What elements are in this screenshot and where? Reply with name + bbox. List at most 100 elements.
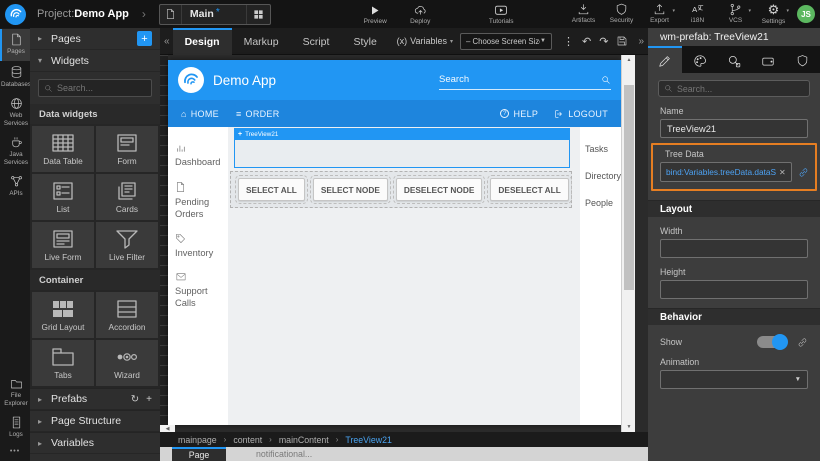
breadcrumb-content[interactable]: content xyxy=(233,435,262,445)
tree-data-input[interactable] xyxy=(666,167,776,177)
variables-icon: (x) xyxy=(397,36,408,46)
scrollbar-thumb[interactable] xyxy=(624,85,634,290)
widget-tile-list[interactable]: List xyxy=(32,174,94,220)
width-input[interactable] xyxy=(660,239,808,258)
nav-logout[interactable]: LOGOUT xyxy=(554,109,608,119)
rail-item-apis[interactable]: APIs xyxy=(0,171,30,203)
treeview-widget-body[interactable] xyxy=(235,140,569,167)
list-item-directory[interactable]: Directory xyxy=(585,171,621,181)
treeview-widget[interactable]: + TreeView21 xyxy=(234,128,570,168)
screen-size-select[interactable]: – Choose Screen Size – ▼ xyxy=(460,33,552,50)
select-all-button[interactable]: SELECT ALL xyxy=(238,178,305,201)
variables-section-header[interactable]: ▸ Variables xyxy=(30,432,160,454)
i18n-button[interactable]: A i18N xyxy=(681,3,714,25)
globe-icon xyxy=(10,97,23,110)
animation-select[interactable]: ▼ xyxy=(660,370,808,389)
widget-tile-tabs[interactable]: Tabs xyxy=(32,340,94,386)
widgets-section-header[interactable]: ▾ Widgets xyxy=(30,50,160,72)
list-icon xyxy=(51,181,75,201)
breadcrumb-maincontent[interactable]: mainContent xyxy=(279,435,329,445)
tab-search-properties[interactable] xyxy=(717,46,751,73)
settings-button[interactable]: ⚙ Settings ▾ xyxy=(757,3,790,25)
layout-section-header[interactable]: Layout xyxy=(648,200,820,217)
widget-tile-live-form[interactable]: Live Form xyxy=(32,222,94,268)
widget-tile-data-table[interactable]: Data Table xyxy=(32,126,94,172)
behavior-section-header[interactable]: Behavior xyxy=(648,308,820,325)
bind-link-icon[interactable] xyxy=(798,167,809,178)
list-item-tasks[interactable]: Tasks xyxy=(585,144,621,154)
refresh-icon[interactable]: ↻ xyxy=(131,394,139,405)
rail-item-databases[interactable]: Databases xyxy=(0,61,30,94)
deselect-all-button[interactable]: DESELECT ALL xyxy=(490,178,568,201)
tab-device[interactable] xyxy=(751,46,785,73)
clear-binding-icon[interactable]: ✕ xyxy=(779,168,786,177)
user-avatar[interactable]: JS xyxy=(797,5,815,23)
page-structure-section-header[interactable]: ▸ Page Structure xyxy=(30,410,160,432)
expand-right-panel-button[interactable]: » xyxy=(638,36,644,47)
undo-icon[interactable]: ↶ xyxy=(582,35,591,48)
add-page-button[interactable]: + xyxy=(137,31,152,46)
page-selector[interactable]: Main * xyxy=(159,4,271,25)
select-node-button[interactable]: SELECT NODE xyxy=(313,178,388,201)
collapse-left-panel-button[interactable]: « xyxy=(164,36,170,47)
sidenav-support-calls[interactable]: Support Calls xyxy=(175,272,221,309)
widget-tile-cards[interactable]: Cards xyxy=(96,174,158,220)
show-link-icon[interactable] xyxy=(797,337,808,348)
redo-icon[interactable]: ↷ xyxy=(599,35,608,48)
widget-tile-wizard[interactable]: Wizard xyxy=(96,340,158,386)
show-toggle[interactable] xyxy=(757,336,786,348)
rail-item-logs[interactable]: Logs xyxy=(0,412,30,444)
add-prefab-icon[interactable]: + xyxy=(146,394,152,405)
breadcrumb-treeview21[interactable]: TreeView21 xyxy=(345,435,391,445)
bar-chart-icon xyxy=(175,142,221,153)
rail-item-web-services[interactable]: Web Services xyxy=(0,93,30,132)
property-search-input[interactable] xyxy=(677,84,804,94)
tutorials-button[interactable]: Tutorials xyxy=(485,4,518,25)
widget-tile-grid-layout[interactable]: Grid Layout xyxy=(32,292,94,338)
widget-search-input[interactable] xyxy=(57,83,146,93)
scroll-down-arrow[interactable]: ▼ xyxy=(622,422,636,432)
tab-security[interactable] xyxy=(786,46,820,73)
vcs-button[interactable]: VCS ▾ xyxy=(719,3,752,25)
breadcrumb-mainpage[interactable]: mainpage xyxy=(178,435,217,445)
canvas-vertical-scrollbar[interactable]: ▲ ▼ xyxy=(621,55,635,432)
widget-tile-accordion[interactable]: Accordion xyxy=(96,292,158,338)
preview-button[interactable]: Preview xyxy=(359,4,392,25)
canvas-search-input[interactable] xyxy=(439,74,601,85)
widget-tile-form[interactable]: Form xyxy=(96,126,158,172)
rail-item-pages[interactable]: Pages xyxy=(0,29,30,61)
page-grid-icon[interactable] xyxy=(246,5,270,24)
list-item-people[interactable]: People xyxy=(585,198,621,208)
height-input[interactable] xyxy=(660,280,808,299)
tab-styles[interactable] xyxy=(682,46,716,73)
treeview-widget-header[interactable]: + TreeView21 xyxy=(235,129,569,140)
sidenav-pending-orders[interactable]: Pending Orders xyxy=(175,181,221,220)
export-button[interactable]: Export ▾ xyxy=(643,3,676,25)
variables-dropdown[interactable]: (x) Variables ▾ xyxy=(397,36,453,46)
artifacts-button[interactable]: Artifacts xyxy=(567,3,600,25)
tab-script[interactable]: Script xyxy=(291,28,342,55)
rail-item-file-explorer[interactable]: File Explorer xyxy=(0,374,30,412)
tab-markup[interactable]: Markup xyxy=(232,28,291,55)
prefabs-section-header[interactable]: ▸ Prefabs ↻ + xyxy=(30,388,160,410)
kebab-menu-icon[interactable]: ⋮ xyxy=(563,35,574,48)
page-tab[interactable]: Page xyxy=(172,447,226,461)
tab-design[interactable]: Design xyxy=(173,28,232,55)
tab-properties[interactable] xyxy=(648,46,682,73)
sidenav-inventory[interactable]: Inventory xyxy=(175,233,221,259)
tab-style[interactable]: Style xyxy=(341,28,388,55)
name-input[interactable] xyxy=(660,119,808,138)
pages-section-header[interactable]: ▸ Pages + xyxy=(30,28,160,50)
rail-more-icon[interactable]: ••• xyxy=(0,444,30,461)
save-icon[interactable] xyxy=(616,35,628,47)
nav-help[interactable]: ? HELP xyxy=(500,109,538,119)
widget-tile-live-filter[interactable]: Live Filter xyxy=(96,222,158,268)
deselect-node-button[interactable]: DESELECT NODE xyxy=(396,178,483,201)
deploy-button[interactable]: Deploy xyxy=(404,4,437,25)
nav-home[interactable]: ⌂ HOME xyxy=(181,109,219,119)
security-button[interactable]: Security xyxy=(605,3,638,25)
nav-order[interactable]: ≡ ORDER xyxy=(236,109,280,119)
sidenav-dashboard[interactable]: Dashboard xyxy=(175,142,221,168)
scroll-up-arrow[interactable]: ▲ xyxy=(622,55,636,65)
rail-item-java-services[interactable]: Java Services xyxy=(0,132,30,171)
